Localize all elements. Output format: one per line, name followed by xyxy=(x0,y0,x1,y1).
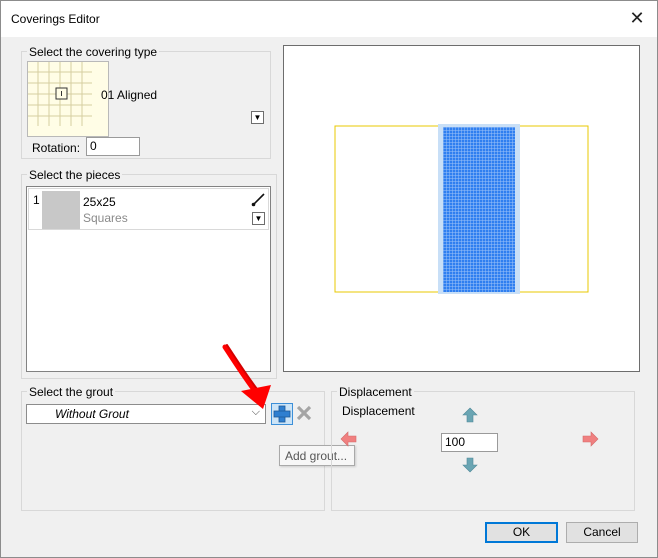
piece-type: Squares xyxy=(83,211,128,225)
rotation-label: Rotation: xyxy=(32,141,81,155)
close-icon[interactable]: ✕ xyxy=(627,9,647,29)
piece-name: 25x25 xyxy=(83,195,116,209)
arrow-down-icon xyxy=(462,457,478,473)
delete-grout-button[interactable] xyxy=(294,403,316,425)
ok-button[interactable]: OK xyxy=(485,522,558,543)
piece-swatch xyxy=(42,191,80,229)
rotation-input[interactable]: 0 xyxy=(86,137,140,156)
coverings-editor-window: Coverings Editor ✕ Select the covering t… xyxy=(0,0,658,558)
covering-preview-canvas[interactable] xyxy=(283,45,640,372)
covering-type-dropdown-button[interactable]: ▼ xyxy=(251,111,264,124)
displacement-input[interactable]: 100 xyxy=(441,433,498,452)
delete-icon xyxy=(296,405,312,421)
covering-type-name: 01 Aligned xyxy=(101,88,158,102)
list-item[interactable]: 1 25x25 Squares ▼ xyxy=(28,188,269,230)
arrow-up-icon xyxy=(462,407,478,423)
displacement-group-label: Displacement xyxy=(337,385,414,399)
arrow-right-icon xyxy=(582,431,599,447)
title-bar: Coverings Editor ✕ xyxy=(1,1,657,37)
covering-type-label: Select the covering type xyxy=(27,45,160,59)
move-up-button[interactable] xyxy=(461,407,479,423)
grout-selected-value: Without Grout xyxy=(55,407,129,421)
covering-type-thumbnail[interactable] xyxy=(27,61,109,137)
aligned-grid-icon xyxy=(28,62,92,126)
displacement-value: 100 xyxy=(445,435,466,449)
brush-icon[interactable] xyxy=(251,193,265,207)
piece-dropdown-button[interactable]: ▼ xyxy=(252,212,265,225)
move-down-button[interactable] xyxy=(461,457,479,473)
pieces-label: Select the pieces xyxy=(27,168,123,182)
grout-label: Select the grout xyxy=(27,385,116,399)
tile-area xyxy=(443,127,515,292)
covering-preview-drawing xyxy=(334,124,589,294)
displacement-label: Displacement xyxy=(342,404,415,418)
window-title: Coverings Editor xyxy=(11,12,100,26)
arrow-left-icon xyxy=(340,431,357,447)
annotation-arrow-icon xyxy=(222,344,271,409)
rotation-value: 0 xyxy=(90,139,97,153)
move-right-button[interactable] xyxy=(581,431,599,447)
move-left-button[interactable] xyxy=(340,431,358,447)
piece-index: 1 xyxy=(33,193,40,207)
cancel-button[interactable]: Cancel xyxy=(566,522,638,543)
